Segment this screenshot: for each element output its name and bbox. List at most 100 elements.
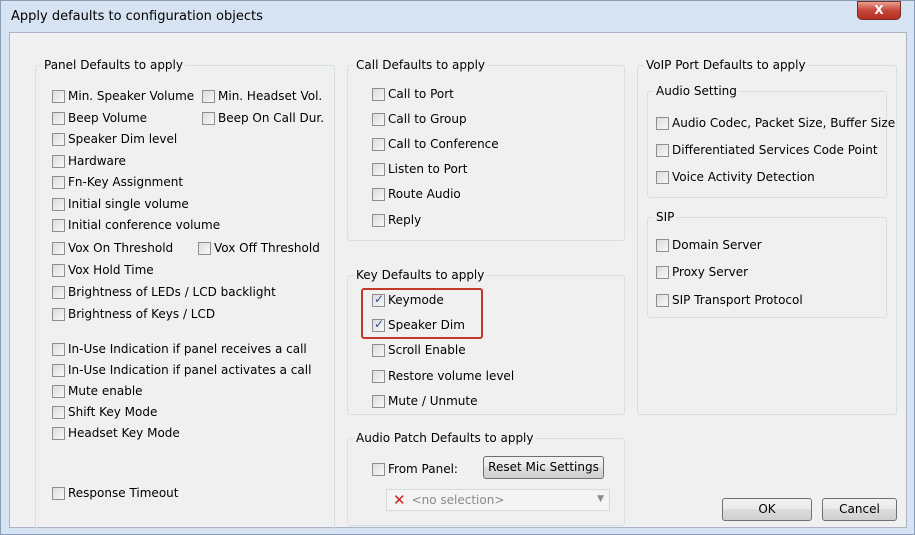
checkbox-box[interactable] [52, 486, 65, 500]
checkbox-label: SIP Transport Protocol [672, 293, 803, 307]
checkbox-sip-transport[interactable]: SIP Transport Protocol [656, 292, 803, 308]
checkbox-box[interactable] [656, 170, 669, 184]
audio-setting-title: Audio Setting [654, 84, 739, 98]
checkbox-box[interactable] [52, 197, 65, 211]
checkbox-box[interactable] [52, 89, 65, 103]
checkbox-box[interactable] [198, 241, 211, 255]
checkbox-hardware[interactable]: Hardware [52, 153, 126, 169]
checkbox-box[interactable] [656, 238, 669, 252]
checkbox-box[interactable] [52, 285, 65, 299]
checkbox-box[interactable] [372, 137, 385, 151]
reset-mic-settings-button[interactable]: Reset Mic Settings [483, 456, 604, 479]
checkbox-mute-unmute[interactable]: Mute / Unmute [372, 393, 478, 409]
checkbox-label: Proxy Server [672, 265, 749, 279]
checkbox-label: Min. Speaker Volume [68, 89, 195, 103]
checkbox-response-timeout[interactable]: Response Timeout [52, 485, 178, 501]
checkbox-in-use-activates[interactable]: In-Use Indication if panel activates a c… [52, 362, 311, 378]
cancel-button[interactable]: Cancel [822, 498, 897, 521]
checkbox-call-to-conference[interactable]: Call to Conference [372, 136, 499, 152]
checkbox-headset-key-mode[interactable]: Headset Key Mode [52, 425, 180, 441]
checkbox-box[interactable] [52, 132, 65, 146]
checkbox-initial-single-volume[interactable]: Initial single volume [52, 196, 189, 212]
checkbox-box[interactable] [656, 143, 669, 157]
checkbox-speaker-dim-level[interactable]: Speaker Dim level [52, 131, 177, 147]
combo-value: <no selection> [411, 493, 505, 507]
checkbox-box[interactable] [52, 342, 65, 356]
checkbox-vad[interactable]: Voice Activity Detection [656, 169, 815, 185]
dialog-window: Apply defaults to configuration objects … [0, 0, 915, 535]
checkbox-audio-codec[interactable]: Audio Codec, Packet Size, Buffer Size [656, 115, 895, 131]
checkbox-beep-volume[interactable]: Beep Volume [52, 110, 147, 126]
checkbox-box[interactable] [372, 187, 385, 201]
checkbox-min-headset-vol[interactable]: Min. Headset Vol. [202, 88, 322, 104]
checkbox-vox-hold-time[interactable]: Vox Hold Time [52, 262, 154, 278]
checkbox-min-speaker-volume[interactable]: Min. Speaker Volume [52, 88, 194, 104]
checkbox-box[interactable] [372, 162, 385, 176]
checkbox-reply[interactable]: Reply [372, 212, 421, 228]
checkbox-from-panel[interactable]: From Panel: [372, 461, 458, 477]
ok-button[interactable]: OK [722, 498, 812, 521]
checkbox-route-audio[interactable]: Route Audio [372, 186, 461, 202]
checkbox-label: Shift Key Mode [68, 405, 158, 419]
checkbox-box[interactable] [52, 384, 65, 398]
patch-source-combo[interactable]: ✕ <no selection> ▼ [386, 489, 610, 511]
checkbox-box[interactable] [52, 307, 65, 321]
checkbox-box[interactable] [372, 87, 385, 101]
checkbox-box[interactable] [202, 89, 215, 103]
checkbox-box[interactable] [372, 317, 385, 332]
checkbox-domain-server[interactable]: Domain Server [656, 237, 762, 253]
checkbox-brightness-keys[interactable]: Brightness of Keys / LCD [52, 306, 215, 322]
checkbox-in-use-receives[interactable]: In-Use Indication if panel receives a ca… [52, 341, 307, 357]
checkbox-fn-key-assignment[interactable]: Fn-Key Assignment [52, 174, 183, 190]
checkbox-label: Response Timeout [68, 486, 179, 500]
checkbox-mute-enable[interactable]: Mute enable [52, 383, 143, 399]
checkbox-box[interactable] [372, 462, 385, 476]
checkbox-label: Beep Volume [68, 111, 148, 125]
checkbox-label: In-Use Indication if panel activates a c… [68, 363, 312, 377]
checkbox-box[interactable] [52, 111, 65, 125]
checkbox-box[interactable] [52, 175, 65, 189]
close-icon: X [874, 3, 884, 17]
checkbox-beep-on-call-dur[interactable]: Beep On Call Dur. [202, 110, 324, 126]
checkbox-initial-conference-volume[interactable]: Initial conference volume [52, 217, 220, 233]
checkbox-speaker-dim[interactable]: Speaker Dim [372, 317, 465, 333]
checkbox-box[interactable] [202, 111, 215, 125]
close-button[interactable]: X [857, 1, 901, 20]
checkbox-box[interactable] [372, 394, 385, 408]
checkbox-vox-off-threshold[interactable]: Vox Off Threshold [198, 240, 320, 256]
checkbox-box[interactable] [372, 343, 385, 357]
checkbox-box[interactable] [52, 426, 65, 440]
checkbox-box[interactable] [372, 369, 385, 383]
checkbox-call-to-group[interactable]: Call to Group [372, 111, 467, 127]
checkbox-box[interactable] [52, 263, 65, 277]
title-bar[interactable]: Apply defaults to configuration objects … [1, 1, 914, 31]
checkbox-box[interactable] [656, 265, 669, 279]
checkbox-call-to-port[interactable]: Call to Port [372, 86, 454, 102]
checkbox-shift-key-mode[interactable]: Shift Key Mode [52, 404, 157, 420]
checkbox-scroll-enable[interactable]: Scroll Enable [372, 342, 466, 358]
checkbox-box[interactable] [52, 218, 65, 232]
checkbox-box[interactable] [52, 405, 65, 419]
checkbox-label: Listen to Port [388, 162, 468, 176]
checkbox-box[interactable] [52, 363, 65, 377]
sip-group: SIP Domain Server Proxy Server SIP Trans… [647, 210, 887, 318]
checkbox-box[interactable] [656, 293, 669, 307]
checkbox-restore-volume-level[interactable]: Restore volume level [372, 368, 514, 384]
checkbox-vox-on-threshold[interactable]: Vox On Threshold [52, 240, 173, 256]
checkbox-label: Differentiated Services Code Point [672, 143, 878, 157]
checkbox-listen-to-port[interactable]: Listen to Port [372, 161, 467, 177]
checkbox-box[interactable] [372, 213, 385, 227]
panel-defaults-title: Panel Defaults to apply [42, 58, 185, 72]
x-icon: ✕ [393, 491, 406, 509]
checkbox-box[interactable] [372, 292, 385, 307]
chevron-down-icon[interactable]: ▼ [597, 494, 604, 504]
checkbox-box[interactable] [52, 154, 65, 168]
checkbox-box[interactable] [656, 116, 669, 130]
checkbox-proxy-server[interactable]: Proxy Server [656, 264, 748, 280]
checkbox-dscp[interactable]: Differentiated Services Code Point [656, 142, 878, 158]
checkbox-box[interactable] [52, 241, 65, 255]
checkbox-box[interactable] [372, 112, 385, 126]
checkbox-keymode[interactable]: Keymode [372, 292, 444, 308]
checkbox-label: Min. Headset Vol. [218, 89, 323, 103]
checkbox-brightness-leds[interactable]: Brightness of LEDs / LCD backlight [52, 284, 276, 300]
